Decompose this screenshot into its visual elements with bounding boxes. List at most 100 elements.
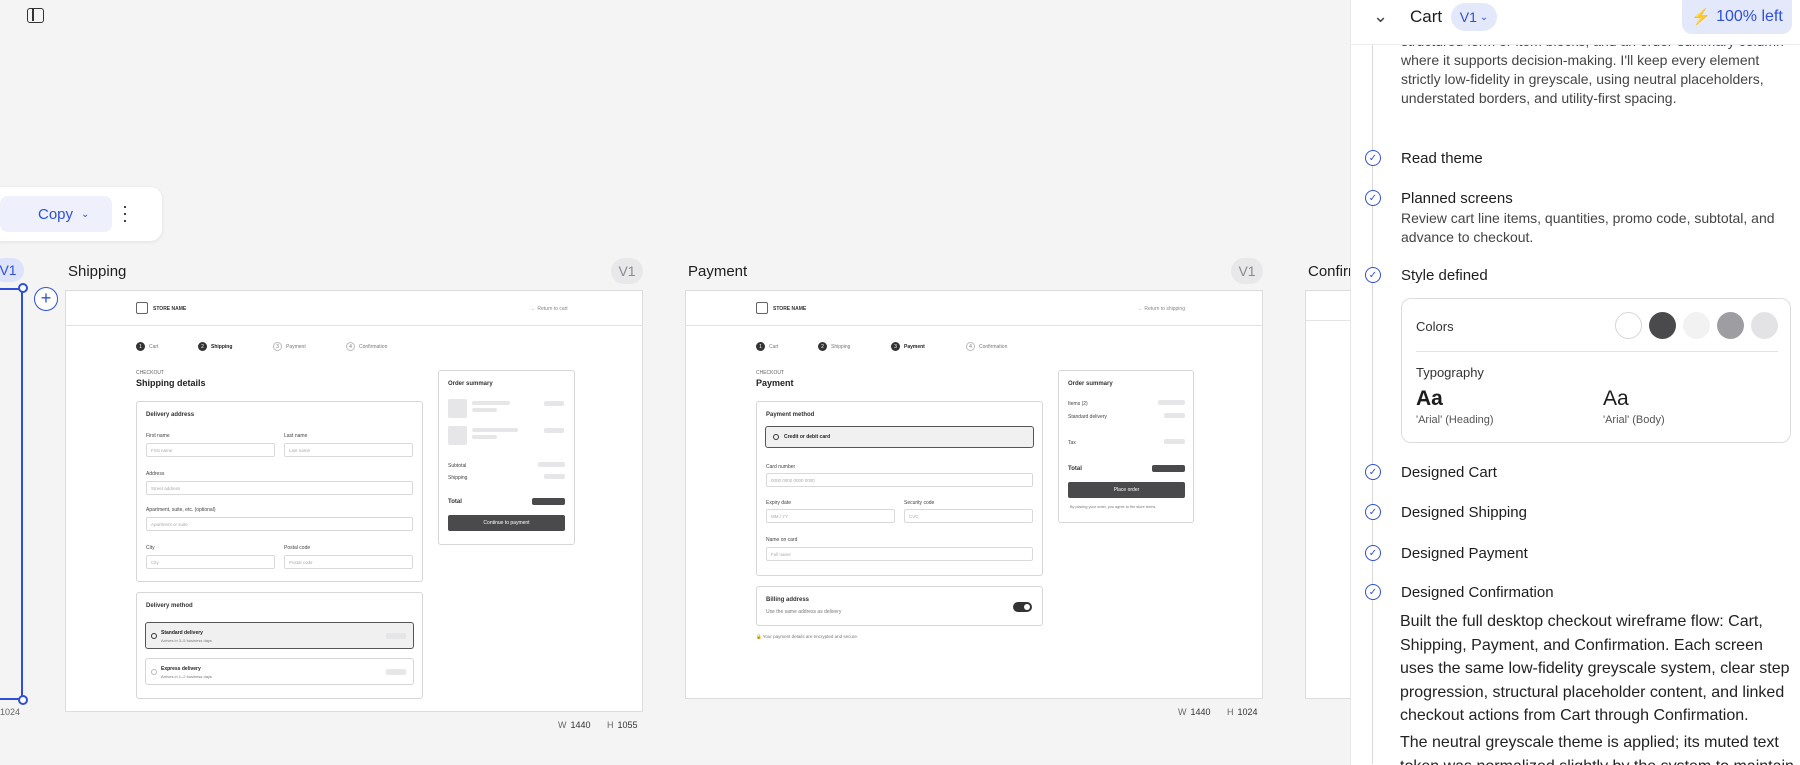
frame-dimensions: W 1440: [558, 720, 591, 730]
divider: [1416, 351, 1778, 352]
selected-frame-badge: V1: [0, 258, 24, 282]
step-cart: 1 Cart: [136, 342, 158, 351]
apartment-input[interactable]: Apartment or suite: [146, 517, 413, 531]
cvc-input[interactable]: CVC: [904, 509, 1033, 523]
resize-handle[interactable]: [18, 695, 28, 705]
step-shipping: 2 Shipping: [818, 342, 850, 351]
wire-header: STORE NAME ← Return to cart: [66, 291, 642, 326]
check-circle-icon: ✓: [1365, 150, 1381, 166]
style-card[interactable]: Colors Typography Aa 'Arial' (Heading) A…: [1401, 298, 1791, 443]
name-on-card-input[interactable]: Full name: [766, 547, 1033, 561]
check-circle-icon: ✓: [1365, 190, 1381, 206]
chat-panel: ⌄ Cart V1⌄ ⚡100% left structured form or…: [1350, 0, 1800, 765]
city-input[interactable]: City: [146, 555, 275, 569]
back-link[interactable]: ← Return to shipping: [1138, 306, 1185, 312]
lightning-icon: ⚡: [1691, 9, 1712, 26]
design-canvas[interactable]: Copy ⌄ · · · V1 + 1024 Shipping V1 STORE N…: [0, 0, 1350, 765]
eyebrow: CHECKOUT: [756, 370, 785, 376]
collapse-chevron-icon[interactable]: ⌄: [1373, 6, 1388, 27]
summary-text-2: The neutral greyscale theme is applied; …: [1400, 734, 1794, 765]
typography-label: Typography: [1416, 365, 1484, 380]
billing-address-card: Billing address Use the same address as …: [756, 586, 1043, 626]
frame-dimensions: W 1440: [1178, 707, 1211, 717]
frame-title[interactable]: Confirma: [1308, 263, 1350, 280]
chevron-down-icon: ⌄: [81, 208, 90, 220]
logo-placeholder: [756, 302, 768, 314]
color-swatch[interactable]: [1751, 312, 1778, 339]
copy-label: Copy: [38, 205, 74, 223]
selected-frame-outline[interactable]: [0, 288, 23, 700]
first-name-input[interactable]: First name: [146, 443, 275, 457]
step-designed-payment: Designed Payment: [1401, 545, 1528, 562]
step-cart: 1 Cart: [756, 342, 778, 351]
copy-button[interactable]: Copy ⌄: [0, 196, 112, 232]
color-swatch[interactable]: [1615, 312, 1642, 339]
step-designed-confirmation: Designed Confirmation: [1401, 584, 1554, 601]
lock-icon: 🔒: [756, 634, 762, 639]
frame-dimensions: H 1024: [1227, 707, 1258, 717]
heading-font: 'Arial' (Heading): [1416, 414, 1494, 426]
color-swatch[interactable]: [1649, 312, 1676, 339]
credits-badge[interactable]: ⚡ 100% left: [1682, 0, 1792, 34]
card-option[interactable]: Credit or debit card: [765, 426, 1034, 448]
step-payment: 3 Payment: [891, 342, 925, 351]
check-circle-icon: ✓: [1365, 504, 1381, 520]
place-order-button[interactable]: Place order: [1068, 482, 1185, 498]
store-name: STORE NAME: [773, 306, 807, 312]
step-designed-cart: Designed Cart: [1401, 464, 1497, 481]
frame-dimensions: H 1055: [607, 720, 638, 730]
check-circle-icon: ✓: [1365, 545, 1381, 561]
add-frame-icon[interactable]: +: [34, 287, 58, 311]
logo-placeholder: [136, 302, 148, 314]
resize-handle[interactable]: [18, 283, 28, 293]
store-name: STORE NAME: [153, 306, 187, 312]
version-dropdown[interactable]: V1 ⌄: [1451, 3, 1497, 31]
step-confirmation: 4 Confirmation: [966, 342, 1007, 351]
expiry-input[interactable]: MM / YY: [766, 509, 895, 523]
sidebar-toggle-icon[interactable]: [27, 8, 44, 23]
address-input[interactable]: Street address: [146, 481, 413, 495]
delivery-method-card: Delivery method Standard delivery Arrive…: [136, 592, 423, 699]
page-title: Shipping details: [136, 378, 206, 388]
standard-delivery-option[interactable]: Standard delivery Arrives in 3–5 busines…: [145, 622, 414, 649]
step-designed-shipping: Designed Shipping: [1401, 504, 1527, 521]
confirmation-frame[interactable]: [1305, 290, 1350, 699]
last-name-input[interactable]: Last name: [284, 443, 413, 457]
body-sample: Aa: [1603, 387, 1629, 410]
frame-size: 1024: [0, 707, 21, 717]
billing-toggle[interactable]: [1013, 602, 1032, 612]
back-link[interactable]: ← Return to cart: [531, 306, 568, 312]
panel-header: ⌄ Cart V1 ⌄ ⚡ 100% left: [1351, 0, 1800, 45]
frame-title[interactable]: Payment: [688, 263, 747, 280]
color-swatch[interactable]: [1717, 312, 1744, 339]
color-swatch[interactable]: [1683, 312, 1710, 339]
card-number-input[interactable]: 0000 0000 0000 0000: [766, 473, 1033, 487]
order-summary: Order summary Items (2) Standard deliver…: [1058, 370, 1194, 523]
payment-frame[interactable]: STORE NAME ← Return to shipping 1 Cart 2S…: [685, 290, 1263, 699]
page-title: Payment: [756, 378, 794, 388]
step-read-theme: Read theme: [1401, 150, 1483, 167]
version-badge[interactable]: V1: [611, 258, 643, 284]
order-summary: Order summary Subtotal Shipping Total Co…: [438, 370, 575, 545]
step-payment: 3 Payment: [273, 342, 306, 351]
frame-title[interactable]: Shipping: [68, 263, 126, 280]
chevron-down-icon: ⌄: [1479, 11, 1489, 23]
planned-desc: Review cart line items, quantities, prom…: [1401, 210, 1775, 245]
continue-to-payment-button[interactable]: Continue to payment: [448, 515, 565, 531]
shipping-frame[interactable]: STORE NAME ← Return to cart 1 Cart 2 Shipp…: [65, 290, 643, 712]
colors-label: Colors: [1416, 319, 1454, 334]
summary-text: Built the full desktop checkout wirefram…: [1400, 613, 1790, 724]
step-planned-screens: Planned screens: [1401, 190, 1513, 207]
express-delivery-option[interactable]: Express delivery Arrives in 1–2 business…: [145, 658, 414, 685]
secure-note: 🔒 Your payment details are encrypted and…: [756, 634, 859, 639]
step-style-defined: Style defined: [1401, 267, 1488, 284]
body-font: 'Arial' (Body): [1603, 414, 1665, 426]
eyebrow: CHECKOUT: [136, 370, 165, 376]
version-badge[interactable]: V1: [1231, 258, 1263, 284]
more-icon[interactable]: · · ·: [122, 197, 128, 229]
check-circle-icon: ✓: [1365, 584, 1381, 600]
step-shipping: 2 Shipping: [198, 342, 232, 351]
delivery-address-card: Delivery address First name Last name Fi…: [136, 401, 423, 582]
selection-toolbar: Copy ⌄ · · ·: [0, 187, 162, 241]
postal-input[interactable]: Postal code: [284, 555, 413, 569]
